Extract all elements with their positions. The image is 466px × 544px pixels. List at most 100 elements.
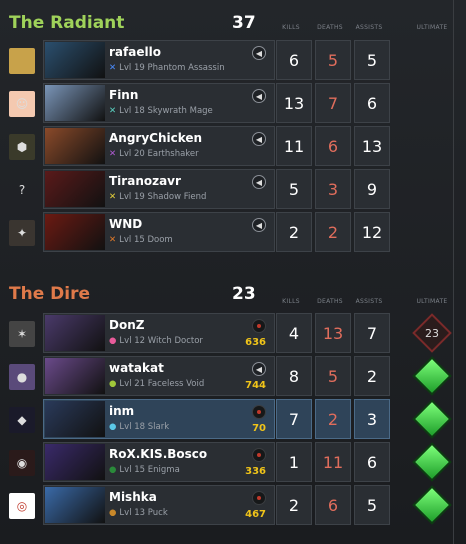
player-row[interactable]: rafaello ✕ Lvl 19 Phantom Assassin ◀ 6 5 5 (0, 40, 466, 80)
speaker-icon[interactable]: ◀ (252, 89, 266, 103)
hero-info: ✕ Lvl 20 Earthshaker (109, 149, 199, 159)
player-avatar[interactable]: ◉ (9, 450, 35, 476)
record-icon[interactable] (252, 448, 266, 462)
deaths-value: 3 (315, 169, 351, 209)
hero-info: ✕ Lvl 19 Shadow Fiend (109, 192, 206, 202)
hero-panel: AngryChicken ✕ Lvl 20 Earthshaker ◀ (43, 126, 275, 166)
ultimate-ready-icon (412, 442, 452, 482)
deaths-value: 2 (315, 212, 351, 252)
player-avatar[interactable]: ☺ (9, 91, 35, 117)
player-name: Mishka (109, 490, 157, 504)
player-avatar[interactable] (9, 48, 35, 74)
hero-panel: rafaello ✕ Lvl 19 Phantom Assassin ◀ (43, 40, 275, 80)
hero-info: ● Lvl 18 Slark (109, 422, 169, 432)
player-avatar[interactable]: ✶ (9, 321, 35, 347)
hero-info: ● Lvl 12 Witch Doctor (109, 336, 203, 346)
hero-portrait (45, 315, 105, 351)
kills-value: 11 (276, 126, 312, 166)
hero-name: Slark (147, 422, 170, 432)
hero-portrait (45, 487, 105, 523)
player-color-icon: ● (109, 465, 117, 475)
player-name: DonZ (109, 318, 145, 332)
player-avatar[interactable]: ◎ (9, 493, 35, 519)
player-name: AngryChicken (109, 131, 203, 145)
hero-info: ✕ Lvl 18 Skywrath Mage (109, 106, 213, 116)
hero-level: Lvl 12 (119, 336, 146, 346)
deaths-value: 13 (315, 313, 351, 353)
player-name: WND (109, 217, 143, 231)
assists-value: 2 (354, 356, 390, 396)
radiant-ultimate-header: ULTIMATE (416, 24, 448, 31)
radiant-deaths-header: DEATHS (317, 24, 343, 31)
record-icon[interactable] (252, 491, 266, 505)
player-row[interactable]: ◆ inm ● Lvl 18 Slark 70 7 2 3 (0, 399, 466, 439)
record-icon[interactable] (252, 319, 266, 333)
gold-amount: 744 (245, 380, 266, 391)
player-row[interactable]: ◎ Mishka ● Lvl 13 Puck 467 2 6 5 (0, 485, 466, 525)
hero-panel: WND ✕ Lvl 15 Doom ◀ (43, 212, 275, 252)
deaths-value: 7 (315, 83, 351, 123)
ultimate-cooldown: 23 (425, 326, 439, 340)
kills-value: 4 (276, 313, 312, 353)
kills-value: 6 (276, 40, 312, 80)
dire-kills-header: KILLS (282, 298, 300, 305)
hero-name: Shadow Fiend (147, 192, 207, 202)
deaths-value: 2 (315, 399, 351, 439)
assists-value: 9 (354, 169, 390, 209)
player-row[interactable]: ✶ DonZ ● Lvl 12 Witch Doctor 636 4 13 7 23 (0, 313, 466, 353)
hero-panel: Finn ✕ Lvl 18 Skywrath Mage ◀ (43, 83, 275, 123)
assists-value: 12 (354, 212, 390, 252)
assists-value: 6 (354, 83, 390, 123)
kills-value: 8 (276, 356, 312, 396)
hero-info: ✕ Lvl 19 Phantom Assassin (109, 63, 225, 73)
hero-level: Lvl 18 (119, 106, 145, 116)
hero-level: Lvl 15 (119, 465, 146, 475)
record-icon[interactable] (252, 405, 266, 419)
player-row[interactable]: ✦ WND ✕ Lvl 15 Doom ◀ 2 2 12 (0, 212, 466, 252)
hero-name: Puck (147, 508, 168, 518)
player-color-icon: ✕ (109, 63, 117, 73)
player-name: inm (109, 404, 135, 418)
player-color-icon: ✕ (109, 235, 117, 245)
assists-value: 3 (354, 399, 390, 439)
assists-value: 5 (354, 485, 390, 525)
player-color-icon: ● (109, 422, 117, 432)
speaker-icon[interactable]: ◀ (252, 132, 266, 146)
player-row[interactable]: ☺ Finn ✕ Lvl 18 Skywrath Mage ◀ 13 7 6 (0, 83, 466, 123)
player-color-icon: ● (109, 508, 117, 518)
hero-portrait (45, 358, 105, 394)
player-color-icon: ● (109, 379, 117, 389)
hero-portrait (45, 128, 105, 164)
hero-info: ● Lvl 15 Enigma (109, 465, 180, 475)
assists-value: 6 (354, 442, 390, 482)
radiant-kills-header: KILLS (282, 24, 300, 31)
player-row[interactable]: ? Tiranozavr ✕ Lvl 19 Shadow Fiend ◀ 5 3 9 (0, 169, 466, 209)
gold-amount: 70 (252, 423, 266, 434)
hero-name: Doom (147, 235, 173, 245)
deaths-value: 5 (315, 40, 351, 80)
hero-panel: RoX.KIS.Bosco ● Lvl 15 Enigma 336 (43, 442, 275, 482)
player-row[interactable]: ● watakat ● Lvl 21 Faceless Void ◀ 744 8 5 2 (0, 356, 466, 396)
speaker-icon[interactable]: ◀ (252, 46, 266, 60)
player-avatar[interactable]: ? (9, 177, 35, 203)
speaker-icon[interactable]: ◀ (252, 362, 266, 376)
speaker-icon[interactable]: ◀ (252, 218, 266, 232)
hero-name: Earthshaker (147, 149, 199, 159)
hero-name: Faceless Void (147, 379, 205, 389)
player-avatar[interactable]: ⬢ (9, 134, 35, 160)
hero-panel: watakat ● Lvl 21 Faceless Void ◀ 744 (43, 356, 275, 396)
hero-name: Skywrath Mage (147, 106, 213, 116)
player-avatar[interactable]: ● (9, 364, 35, 390)
assists-value: 13 (354, 126, 390, 166)
player-row[interactable]: ◉ RoX.KIS.Bosco ● Lvl 15 Enigma 336 1 11 6 (0, 442, 466, 482)
dire-assists-header: ASSISTS (355, 298, 383, 305)
player-avatar[interactable]: ◆ (9, 407, 35, 433)
speaker-icon[interactable]: ◀ (252, 175, 266, 189)
dire-title: The Dire (9, 284, 90, 304)
deaths-value: 5 (315, 356, 351, 396)
player-row[interactable]: ⬢ AngryChicken ✕ Lvl 20 Earthshaker ◀ 11 6 13 (0, 126, 466, 166)
hero-level: Lvl 21 (119, 379, 146, 389)
radiant-assists-header: ASSISTS (355, 24, 383, 31)
player-avatar[interactable]: ✦ (9, 220, 35, 246)
hero-panel: Mishka ● Lvl 13 Puck 467 (43, 485, 275, 525)
